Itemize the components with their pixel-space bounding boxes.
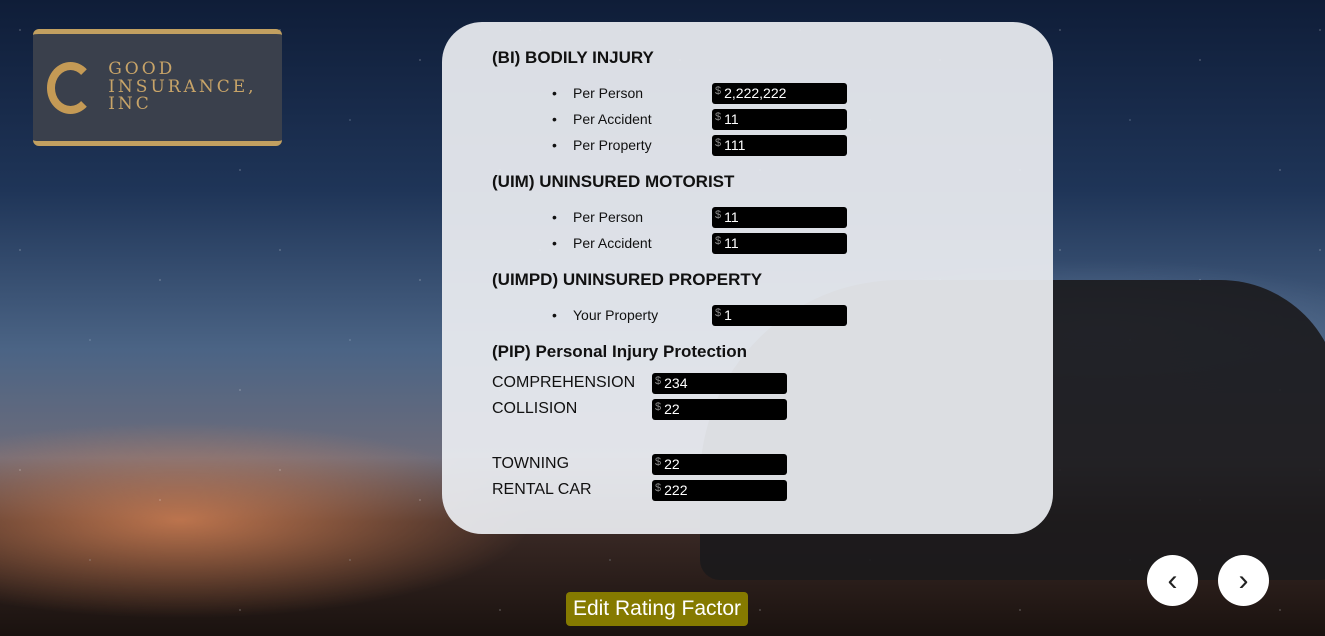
uim-per-person-input[interactable]: $11 [712, 206, 847, 228]
list-item: COLLISION $22 [492, 396, 1053, 422]
bullet: • [552, 137, 557, 153]
list-item: • Per Person $11 [492, 204, 1053, 230]
chevron-left-icon: ‹ [1167, 563, 1178, 597]
section-uimpd: (UIMPD) UNINSURED PROPERTY • Your Propert… [492, 270, 1053, 328]
section-title: (UIMPD) UNINSURED PROPERTY [492, 270, 763, 289]
field-value: 2,222,222 [724, 85, 787, 101]
field-value: 22 [664, 456, 680, 472]
section-title: (UIM) UNINSURED MOTORIST [492, 172, 735, 191]
bullet: • [552, 85, 557, 101]
bi-per-accident-input[interactable]: $11 [712, 108, 847, 130]
bullet: • [552, 307, 557, 323]
list-item: • Per Accident $11 [492, 230, 1053, 256]
currency-symbol: $ [655, 400, 662, 413]
uimpd-your-property-input[interactable]: $1 [712, 304, 847, 326]
currency-symbol: $ [715, 136, 722, 149]
chevron-right-icon: › [1238, 563, 1249, 597]
prev-button[interactable]: ‹ [1147, 555, 1198, 606]
section-uim: (UIM) UNINSURED MOTORIST • Per Person $11 … [492, 172, 1053, 256]
section-title: (BI) BODILY INJURY [492, 48, 654, 67]
list-item: • Per Property $111 [492, 132, 1053, 158]
bullet: • [552, 209, 557, 225]
towning-input[interactable]: $22 [652, 453, 787, 475]
field-label: COLLISION [492, 400, 578, 417]
field-label: Per Accident [573, 235, 652, 251]
list-item: TOWNING $22 [492, 451, 1053, 477]
field-value: 22 [664, 401, 680, 417]
bullet: • [552, 235, 557, 251]
section-pip: (PIP) Personal Injury Protection COMPREH… [492, 342, 1053, 503]
currency-symbol: $ [655, 374, 662, 387]
rental-car-input[interactable]: $222 [652, 479, 787, 501]
field-value: 11 [724, 111, 739, 127]
coverage-panel: (BI) BODILY INJURY • Per Person $2,222,222… [442, 22, 1053, 534]
field-value: 111 [724, 137, 746, 153]
field-label: Per Person [573, 209, 644, 225]
collision-input[interactable]: $22 [652, 398, 787, 420]
field-label: Per Person [573, 85, 644, 101]
field-label: Per Property [573, 137, 652, 153]
field-label: Per Accident [573, 111, 652, 127]
edit-rating-factor-button[interactable]: Edit Rating Factor [566, 592, 748, 626]
next-button[interactable]: › [1218, 555, 1269, 606]
section-title: (PIP) Personal Injury Protection [492, 342, 748, 361]
field-value: 11 [724, 209, 739, 225]
currency-symbol: $ [715, 84, 722, 97]
list-item: RENTAL CAR $222 [492, 477, 1053, 503]
list-item: • Per Person $2,222,222 [492, 80, 1053, 106]
field-label: COMPREHENSION [492, 374, 636, 391]
section-bi: (BI) BODILY INJURY • Per Person $2,222,222… [492, 48, 1053, 158]
bi-per-property-input[interactable]: $111 [712, 134, 847, 156]
currency-symbol: $ [715, 208, 722, 221]
field-label: RENTAL CAR [492, 481, 592, 498]
bi-per-person-input[interactable]: $2,222,222 [712, 82, 847, 104]
field-value: 222 [664, 482, 688, 498]
list-item: • Per Accident $11 [492, 106, 1053, 132]
logo-line2: INSURANCE, INC [108, 76, 257, 115]
bullet: • [552, 111, 557, 127]
comprehension-input[interactable]: $234 [652, 372, 787, 394]
list-item: • Your Property $1 [492, 302, 1053, 328]
currency-symbol: $ [655, 455, 662, 468]
currency-symbol: $ [715, 234, 722, 247]
field-label: Your Property [573, 307, 659, 323]
logo: GOOD INSURANCE, INC [33, 29, 282, 146]
field-label: TOWNING [492, 455, 570, 472]
currency-symbol: $ [715, 306, 722, 319]
field-value: 11 [724, 235, 739, 251]
uim-per-accident-input[interactable]: $11 [712, 232, 847, 254]
field-value: 1 [724, 307, 732, 323]
logo-g-icon [47, 61, 95, 114]
currency-symbol: $ [655, 481, 662, 494]
field-value: 234 [664, 375, 688, 391]
currency-symbol: $ [715, 110, 722, 123]
list-item: COMPREHENSION $234 [492, 370, 1053, 396]
logo-line1: GOOD [108, 58, 176, 79]
